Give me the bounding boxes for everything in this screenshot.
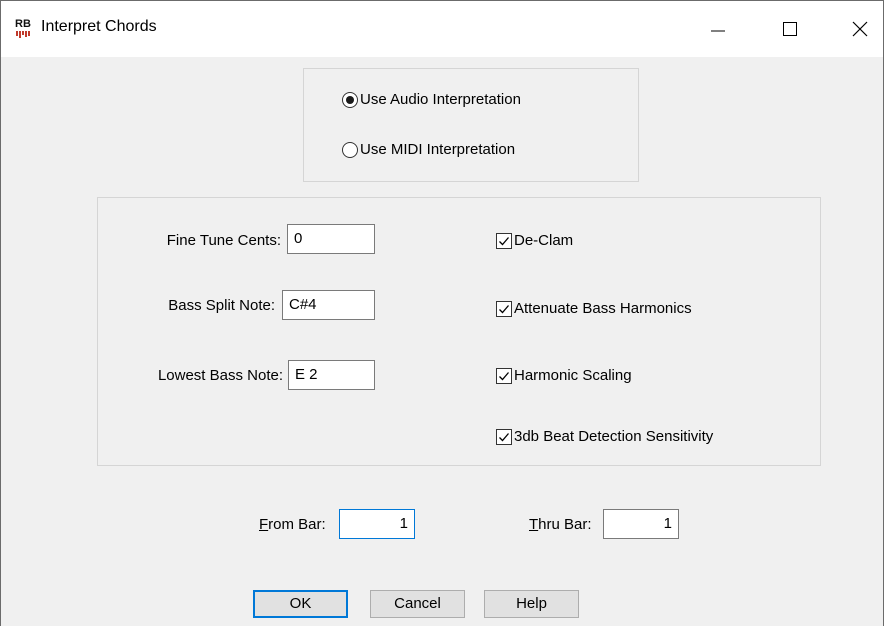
- interpretation-group: [303, 68, 639, 182]
- lowest-bass-label: Lowest Bass Note:: [157, 367, 283, 384]
- cancel-button[interactable]: Cancel: [370, 590, 465, 618]
- radio-checked-icon: [342, 91, 358, 108]
- de-clam-label: De-Clam: [514, 232, 574, 249]
- harmonic-scaling-label: Harmonic Scaling: [514, 367, 632, 384]
- app-icon[interactable]: RB: [13, 19, 33, 39]
- from-bar-input[interactable]: 1: [339, 509, 415, 539]
- lowest-bass-input[interactable]: E 2: [288, 360, 375, 390]
- checkbox-checked-icon: [496, 428, 512, 445]
- bass-split-input[interactable]: C#4: [282, 290, 375, 320]
- thru-bar-label-text: hru Bar:: [538, 516, 592, 533]
- midi-interpretation-radio[interactable]: Use MIDI Interpretation: [342, 141, 515, 158]
- checkbox-checked-icon: [496, 232, 512, 249]
- midi-interpretation-label: Use MIDI Interpretation: [360, 141, 516, 158]
- attenuate-bass-harmonics-label: Attenuate Bass Harmonics: [514, 300, 692, 317]
- window-title: Interpret Chords: [41, 18, 157, 35]
- app-icon-text: RB: [15, 18, 31, 30]
- audio-interpretation-radio[interactable]: Use Audio Interpretation: [342, 91, 521, 108]
- bass-split-label: Bass Split Note:: [168, 297, 275, 314]
- close-button[interactable]: [831, 1, 886, 57]
- ok-button[interactable]: OK: [253, 590, 348, 618]
- minimize-button[interactable]: [689, 1, 747, 57]
- from-bar-label: From Bar:: [259, 516, 326, 533]
- de-clam-checkbox[interactable]: De-Clam: [496, 232, 573, 249]
- beat-detection-label: 3db Beat Detection Sensitivity: [514, 428, 714, 445]
- fine-tune-input[interactable]: 0: [287, 224, 375, 254]
- harmonic-scaling-checkbox[interactable]: Harmonic Scaling: [496, 367, 632, 384]
- audio-interpretation-label: Use Audio Interpretation: [360, 91, 521, 108]
- thru-bar-input[interactable]: 1: [603, 509, 679, 539]
- interpret-chords-dialog: RB Interpret Chords Use Audio Interpreta…: [0, 0, 884, 626]
- help-button[interactable]: Help: [484, 590, 579, 618]
- close-icon: [852, 21, 868, 37]
- radio-unchecked-icon: [342, 141, 358, 158]
- from-bar-label-text: rom Bar:: [268, 516, 326, 533]
- from-bar-mnemonic: F: [259, 516, 269, 533]
- checkbox-checked-icon: [496, 367, 512, 384]
- thru-bar-mnemonic: T: [529, 516, 539, 533]
- fine-tune-label: Fine Tune Cents:: [166, 232, 281, 249]
- attenuate-bass-harmonics-checkbox[interactable]: Attenuate Bass Harmonics: [496, 300, 692, 317]
- minimize-icon: [711, 30, 725, 32]
- maximize-icon: [783, 22, 797, 36]
- checkbox-checked-icon: [496, 300, 512, 317]
- thru-bar-label: Thru Bar:: [529, 516, 592, 533]
- maximize-button[interactable]: [761, 1, 819, 57]
- beat-detection-checkbox[interactable]: 3db Beat Detection Sensitivity: [496, 428, 713, 445]
- app-icon-bars: [16, 31, 30, 38]
- title-bar[interactable]: RB Interpret Chords: [1, 1, 883, 57]
